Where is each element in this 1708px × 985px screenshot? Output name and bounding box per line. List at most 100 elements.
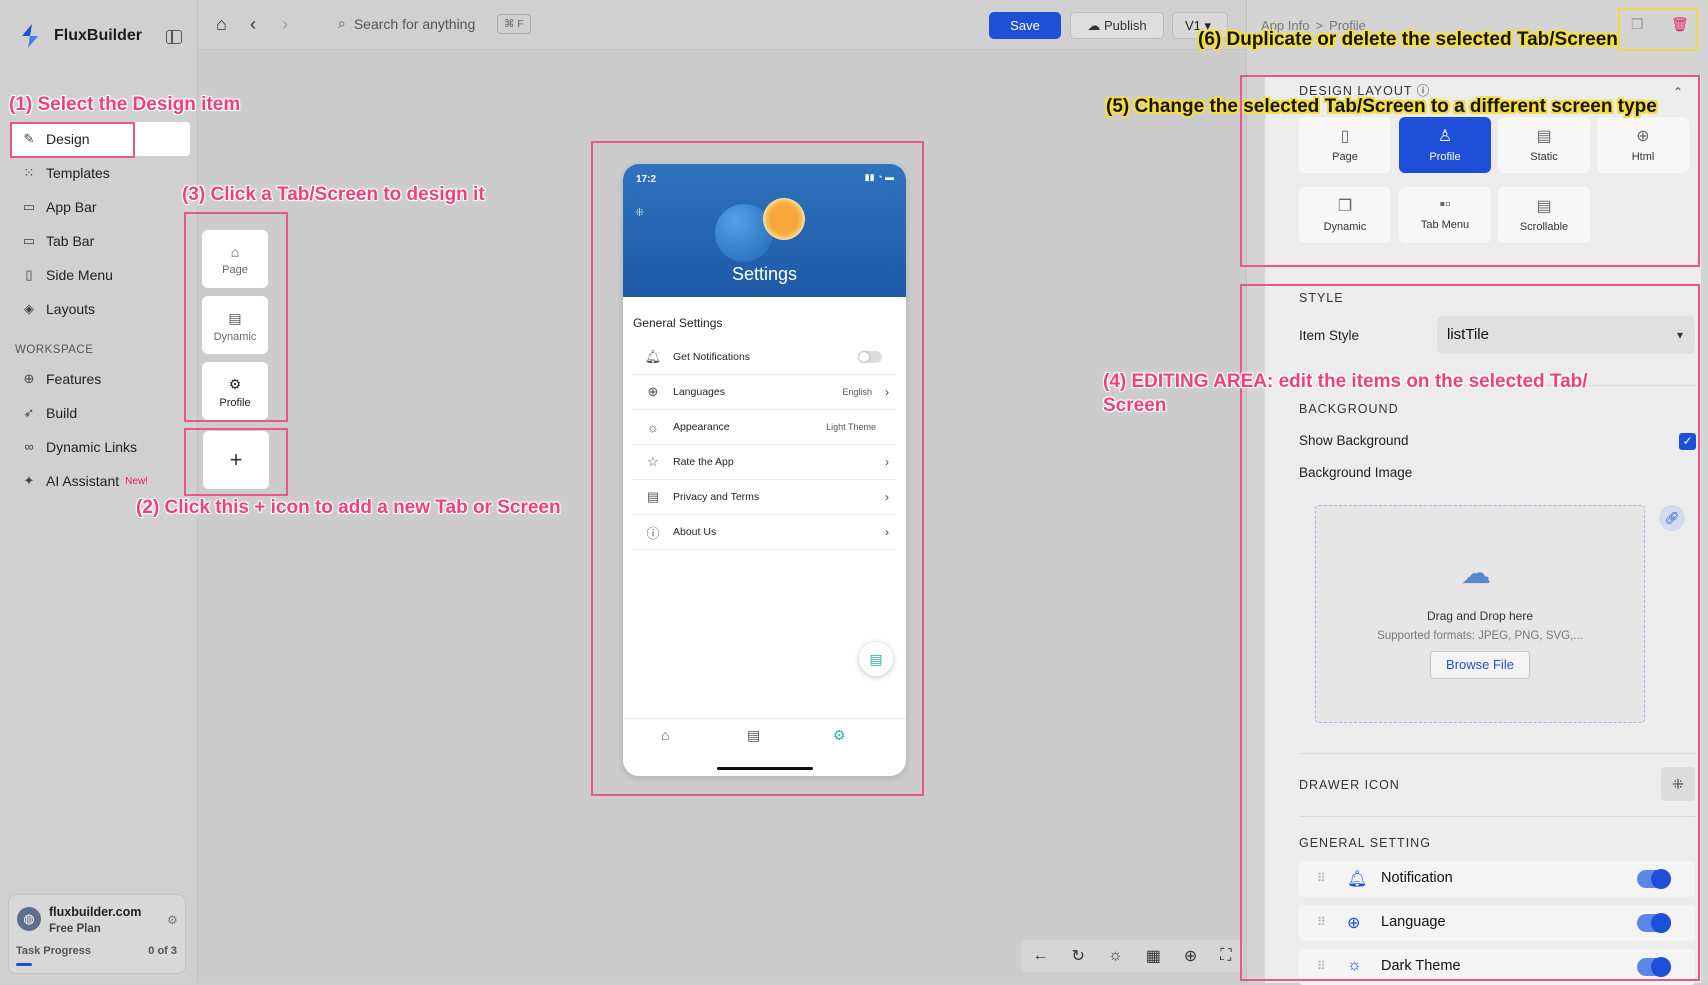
list-item[interactable]: ☼ Appearance Light Theme bbox=[633, 410, 896, 445]
layout-label: Dynamic bbox=[1323, 221, 1367, 233]
sidebar-item-app-bar[interactable]: ▭ App Bar bbox=[10, 190, 190, 224]
sidebar-item-dynamic-links[interactable]: ∞ Dynamic Links bbox=[10, 430, 190, 464]
sidebar-item-templates[interactable]: ⁙ Templates bbox=[10, 156, 190, 190]
layout-option-static[interactable]: ▤ Static bbox=[1498, 117, 1590, 173]
sidebar-item-ai-assistant[interactable]: ✦ AI Assistant New! bbox=[10, 464, 190, 498]
layout-option-html[interactable]: ⊕ Html bbox=[1597, 117, 1689, 173]
profile-gear-icon[interactable]: ⚙ bbox=[833, 727, 846, 744]
show-background-checkbox[interactable]: ✓ bbox=[1679, 433, 1696, 450]
sidebar-item-label: Tab Bar bbox=[46, 233, 95, 249]
chevron-up-icon[interactable]: ⌃ bbox=[1673, 85, 1683, 99]
background-dropzone[interactable]: ☁ Drag and Drop here Supported formats: … bbox=[1315, 505, 1645, 723]
sidebar-item-label: Dynamic Links bbox=[46, 439, 138, 455]
home-indicator bbox=[717, 767, 813, 770]
fullscreen-icon[interactable]: ⛶ bbox=[1220, 947, 1231, 965]
sidebar-item-tab-bar[interactable]: ▭ Tab Bar bbox=[10, 224, 190, 258]
list-item[interactable]: ⓘ About Us › bbox=[633, 515, 896, 550]
browse-file-button[interactable]: Browse File bbox=[1430, 651, 1530, 679]
screen-card-dynamic[interactable]: ▤ Dynamic bbox=[202, 296, 268, 354]
language-toggle[interactable] bbox=[1637, 913, 1671, 933]
hero-title: Settings bbox=[731, 264, 798, 284]
save-button[interactable]: Save bbox=[989, 12, 1061, 39]
link-icon[interactable]: 🔗︎ bbox=[1659, 505, 1685, 531]
profile-gear-icon: ⚙ bbox=[228, 376, 242, 392]
dropzone-title: Drag and Drop here bbox=[1426, 609, 1534, 623]
drawer-icon-heading: DRAWER ICON bbox=[1299, 778, 1400, 792]
layout-option-dynamic[interactable]: ❐ Dynamic bbox=[1299, 187, 1391, 243]
back-arrow-icon[interactable]: ‹ bbox=[250, 14, 256, 35]
sidebar-item-build[interactable]: ➶ Build bbox=[10, 396, 190, 430]
home-icon[interactable]: ⌂ bbox=[661, 727, 669, 743]
layout-label: Scrollable bbox=[1519, 221, 1569, 233]
drag-handle-icon[interactable]: ⠿ bbox=[1317, 959, 1326, 973]
list-item-value: Light Theme bbox=[826, 422, 876, 432]
gear-icon[interactable]: ⚙ bbox=[167, 913, 178, 927]
notification-toggle[interactable] bbox=[1637, 869, 1671, 889]
publish-label: Publish bbox=[1103, 18, 1147, 33]
layout-option-scrollable[interactable]: ▤ Scrollable bbox=[1498, 187, 1590, 243]
globe-icon: ◍ bbox=[17, 907, 41, 931]
search-input[interactable]: ⌕ Search for anything bbox=[338, 15, 475, 32]
screen-card-profile[interactable]: ⚙ Profile bbox=[202, 362, 268, 420]
list-item[interactable]: 🔔︎ Get Notifications bbox=[633, 340, 896, 375]
zoom-in-icon[interactable]: ⊕ bbox=[1184, 946, 1197, 966]
brand[interactable]: FluxBuilder bbox=[16, 22, 142, 50]
general-setting-row[interactable]: ⠿ ☼ Dark Theme bbox=[1299, 949, 1695, 985]
signal-battery-icon: ▮▮ ◔ ▬ bbox=[864, 172, 894, 182]
phone-preview[interactable]: 17:2 ▮▮ ◔ ▬ ⁜ Settings General Settings … bbox=[623, 164, 906, 776]
drawer-grid-icon[interactable]: ⁜ bbox=[1661, 767, 1695, 801]
search-placeholder: Search for anything bbox=[353, 15, 476, 32]
layout-option-tab-menu[interactable]: ▪▫ Tab Menu bbox=[1399, 187, 1491, 243]
sidebar-item-label: AI Assistant bbox=[46, 473, 120, 489]
design-layout-title: DESIGN LAYOUT bbox=[1299, 84, 1413, 98]
forward-arrow-icon[interactable]: › bbox=[282, 14, 288, 35]
divider bbox=[1299, 753, 1695, 754]
add-screen-button[interactable]: + bbox=[203, 431, 269, 489]
table-icon[interactable]: ▦ bbox=[1146, 946, 1161, 966]
plan-name: Free Plan bbox=[49, 923, 101, 935]
drag-handle-icon[interactable]: ⠿ bbox=[1317, 871, 1326, 885]
list-item[interactable]: ⊕ Languages English › bbox=[633, 375, 896, 410]
publish-button[interactable]: ☁ Publish bbox=[1070, 12, 1164, 39]
breadcrumb-current: Profile bbox=[1329, 18, 1366, 33]
breadcrumb-root[interactable]: App Info bbox=[1261, 18, 1309, 33]
info-icon: ⓘ bbox=[646, 525, 660, 541]
list-item-label: Get Notifications bbox=[673, 351, 751, 363]
bell-icon: 🔔︎ bbox=[1347, 871, 1368, 888]
sidebar-item-layouts[interactable]: ◈ Layouts bbox=[10, 292, 190, 326]
screen-card-page[interactable]: ⌂ Page bbox=[202, 230, 268, 288]
chevron-right-icon: › bbox=[885, 455, 889, 469]
list-item-label: Appearance bbox=[673, 421, 730, 433]
dark-theme-toggle[interactable] bbox=[1637, 957, 1671, 977]
notifications-toggle[interactable] bbox=[858, 351, 882, 363]
app-window: FluxBuilder ✎ Design ⁙ Templates ▭ App B… bbox=[0, 0, 1708, 985]
chat-icon[interactable]: ▤ bbox=[859, 642, 893, 676]
sun-icon[interactable]: ☼ bbox=[1108, 947, 1123, 965]
layout-label: Tab Menu bbox=[1420, 219, 1470, 231]
rotate-icon[interactable]: ↻ bbox=[1072, 946, 1085, 966]
duplicate-icon[interactable]: ❐ bbox=[1631, 16, 1644, 33]
layout-option-profile[interactable]: ♙ Profile bbox=[1399, 117, 1491, 173]
user-icon: ♙ bbox=[1437, 128, 1453, 145]
general-setting-row[interactable]: ⠿ ⊕ Language bbox=[1299, 905, 1695, 941]
version-select[interactable]: V1 ▾ bbox=[1172, 12, 1228, 39]
layout-option-page[interactable]: ▯ Page bbox=[1299, 117, 1391, 173]
list-item[interactable]: ▤ Privacy and Terms › bbox=[633, 480, 896, 515]
general-setting-row[interactable]: ⠿ 🔔︎ Notification bbox=[1299, 861, 1695, 897]
sidebar-item-design[interactable]: ✎ Design bbox=[10, 122, 190, 156]
workspace-heading: WORKSPACE bbox=[15, 344, 94, 356]
list-item[interactable]: ☆ Rate the App › bbox=[633, 445, 896, 480]
sidebar-item-side-menu[interactable]: ▯ Side Menu bbox=[10, 258, 190, 292]
back-arrow-icon[interactable]: ← bbox=[1033, 947, 1049, 965]
item-style-select[interactable]: listTile bbox=[1437, 316, 1695, 354]
stack-icon[interactable]: ▤ bbox=[747, 727, 760, 744]
sidebar-item-features[interactable]: ⊕ Features bbox=[10, 362, 190, 396]
item-style-label: Item Style bbox=[1299, 328, 1360, 343]
phone-tab-bar: ⌂ ▤ ⚙ bbox=[623, 718, 906, 748]
drawer-grid-icon[interactable]: ⁜ bbox=[635, 206, 644, 219]
trash-icon[interactable]: 🗑︎ bbox=[1671, 16, 1689, 33]
drag-handle-icon[interactable]: ⠿ bbox=[1317, 915, 1326, 929]
home-icon[interactable]: ⌂ bbox=[216, 14, 227, 35]
sidebar-toggle-icon[interactable] bbox=[166, 30, 182, 44]
plan-card[interactable]: ◍ fluxbuilder.com Free Plan ⚙ Task Progr… bbox=[8, 894, 186, 974]
